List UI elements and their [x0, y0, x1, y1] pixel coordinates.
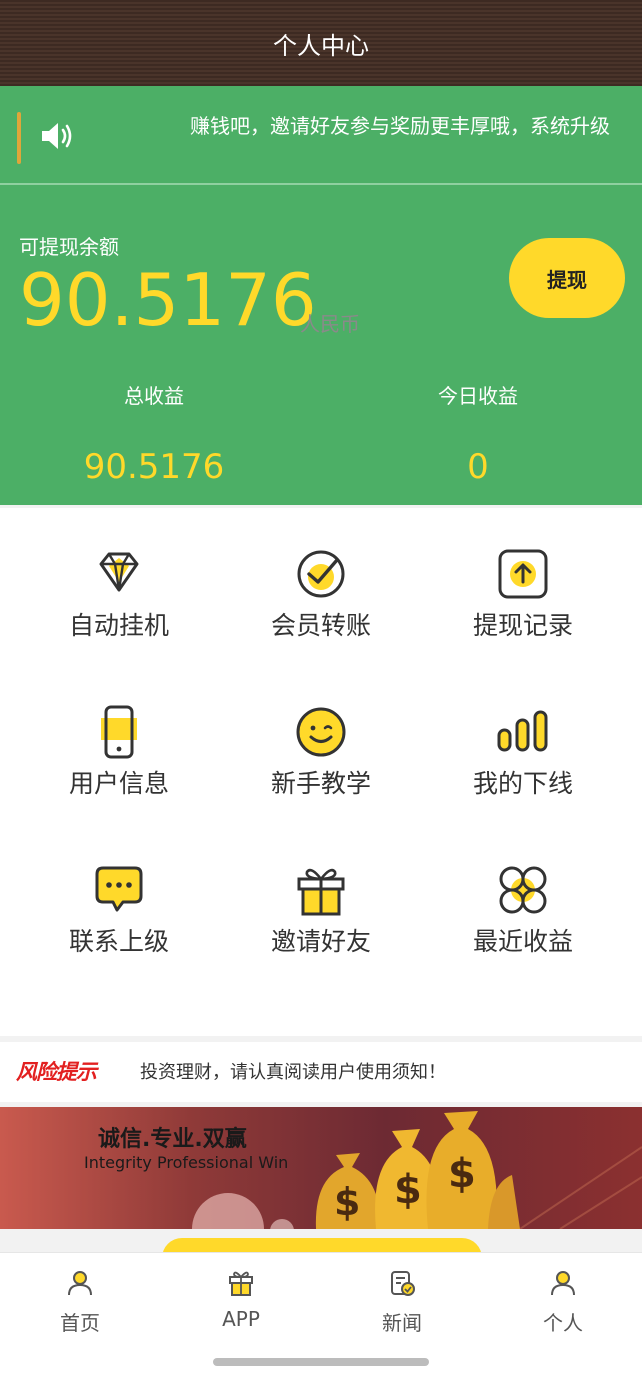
home-indicator	[213, 1358, 429, 1366]
banner-slogan-en: Integrity Professional Win	[84, 1153, 289, 1172]
grid-item-auto-hangup[interactable]: 自动挂机	[12, 508, 226, 666]
today-earnings: 今日收益 0	[348, 380, 608, 487]
user-icon	[68, 1271, 92, 1296]
speaker-icon	[42, 123, 72, 149]
grid-item-label: 会员转账	[270, 611, 371, 640]
banner-slogan-cn: 诚信.专业.双赢	[98, 1127, 247, 1152]
check-circle-icon	[297, 550, 345, 598]
header: 个人中心	[0, 0, 642, 86]
grid-item-label: 最近收益	[472, 927, 573, 956]
today-earnings-value: 0	[467, 447, 489, 487]
marquee-text: 赚钱吧，邀请好友参与奖励更丰厚哦，系统升级	[190, 114, 610, 138]
grid-item-label: 用户信息	[68, 769, 169, 798]
tab-app[interactable]: APP	[161, 1269, 321, 1331]
tab-label: 新闻	[382, 1311, 422, 1335]
upload-record-icon	[498, 549, 548, 599]
grid-item-label: 邀请好友	[270, 927, 371, 956]
grid-item-user-info[interactable]: 用户信息	[12, 666, 226, 824]
tab-news[interactable]: 新闻	[322, 1269, 482, 1336]
grid-item-label: 提现记录	[472, 611, 573, 640]
marquee-accent-bar	[17, 112, 21, 164]
tab-label: 个人	[543, 1311, 583, 1335]
news-icon	[391, 1271, 415, 1296]
clover-icon	[499, 866, 547, 914]
tab-personal[interactable]: 个人	[483, 1269, 642, 1336]
risk-notice-text: 投资理财，请认真阅读用户使用须知！	[140, 1062, 446, 1083]
today-earnings-label: 今日收益	[438, 384, 518, 408]
promo-banner[interactable]: $ $ $ 诚信.专业.双赢 Integrity Professional Wi…	[0, 1107, 642, 1229]
balance-unit: 人民币	[300, 312, 360, 336]
svg-text:$: $	[394, 1167, 422, 1213]
grid-item-member-transfer[interactable]: 会员转账	[214, 508, 428, 666]
gift-icon	[297, 868, 345, 916]
grid-item-label: 联系上级	[68, 927, 169, 956]
svg-text:$: $	[448, 1151, 476, 1197]
bars-icon	[497, 710, 548, 752]
diamond-icon	[99, 552, 139, 592]
gift-icon	[229, 1271, 253, 1296]
withdraw-button[interactable]: 提现	[509, 238, 625, 318]
grid-item-label: 新手教学	[270, 769, 371, 798]
grid-item-my-downline[interactable]: 我的下线	[416, 666, 630, 824]
page-title: 个人中心	[273, 31, 369, 60]
risk-notice[interactable]: 风险提示 投资理财，请认真阅读用户使用须知！	[0, 1042, 642, 1102]
balance-panel: 可提现余额 90.5176 人民币 提现 总收益 90.5176 今日收益 0	[0, 185, 642, 505]
grid-item-contact-superior[interactable]: 联系上级	[12, 824, 226, 982]
grid-item-beginner-tutorial[interactable]: 新手教学	[214, 666, 428, 824]
grid-item-withdraw-records[interactable]: 提现记录	[416, 508, 630, 666]
total-earnings-label: 总收益	[124, 384, 184, 408]
balance-value: 90.5176	[19, 258, 317, 342]
tab-home[interactable]: 首页	[0, 1269, 160, 1336]
grid-item-recent-earnings[interactable]: 最近收益	[416, 824, 630, 982]
tab-label: APP	[222, 1307, 260, 1331]
grid-item-label: 我的下线	[472, 769, 573, 798]
total-earnings: 总收益 90.5176	[24, 380, 284, 487]
grid-item-label: 自动挂机	[68, 611, 169, 640]
announcement-marquee[interactable]: 赚钱吧，邀请好友参与奖励更丰厚哦，系统升级	[0, 86, 642, 184]
svg-text:$: $	[334, 1180, 360, 1224]
smiley-icon	[296, 707, 346, 757]
risk-label: 风险提示	[16, 1060, 97, 1084]
total-earnings-value: 90.5176	[83, 447, 225, 487]
phone-icon	[101, 705, 137, 759]
tab-label: 首页	[60, 1311, 100, 1335]
chat-bubble-icon	[95, 866, 143, 912]
grid-item-invite-friends[interactable]: 邀请好友	[214, 824, 428, 982]
user-icon	[551, 1271, 575, 1296]
function-grid: 自动挂机 会员转账 提现记录 用户信息 新手教学 我的下线 联系上级 邀请好友 …	[0, 508, 642, 1036]
